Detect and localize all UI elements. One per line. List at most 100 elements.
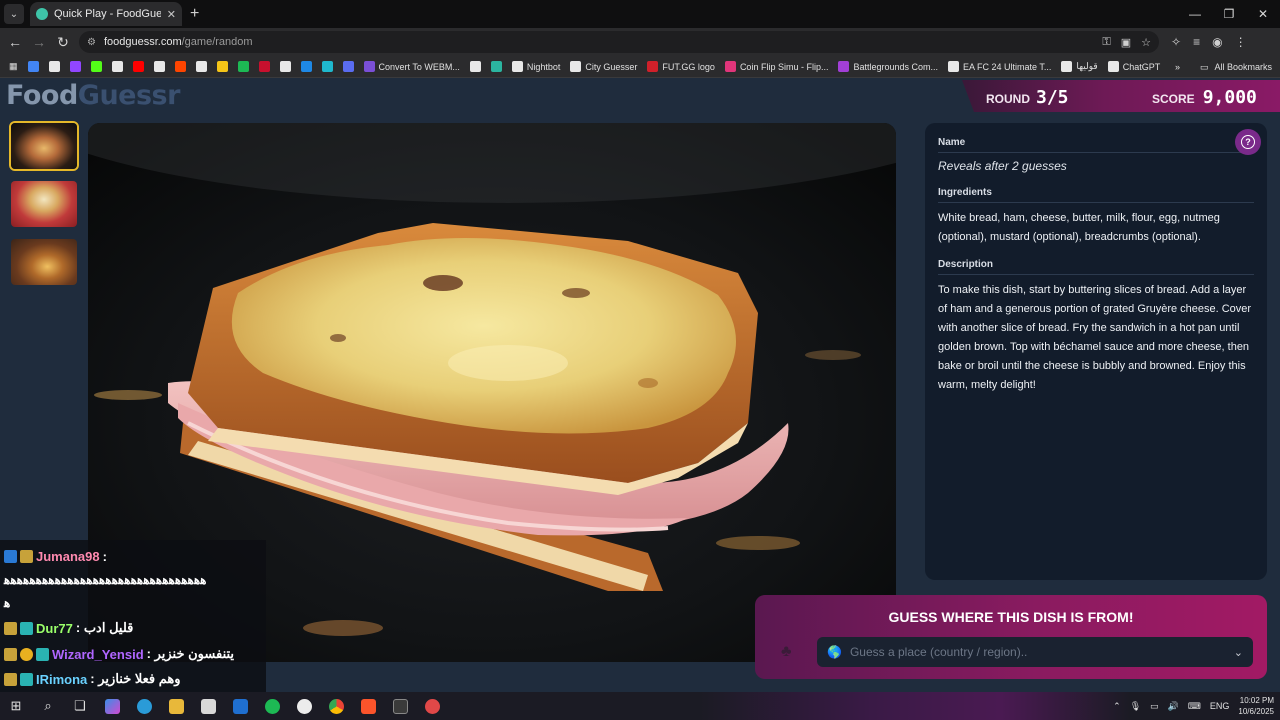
image-thumbnails [9, 121, 79, 295]
bookmark-star-icon[interactable]: ☆ [1141, 36, 1151, 49]
bookmark-item[interactable] [319, 61, 336, 72]
bookmark-item[interactable] [488, 61, 505, 72]
microphone-icon[interactable]: 🎙 [1130, 701, 1141, 712]
bookmark-item[interactable]: Nightbot [509, 61, 564, 72]
volume-icon[interactable]: 🔊 [1168, 701, 1179, 712]
app-icon[interactable] [416, 692, 448, 720]
extensions-icon[interactable]: ✧ [1171, 35, 1181, 49]
chat-user: Wizard_Yensid [52, 646, 144, 662]
outlook-icon[interactable] [224, 692, 256, 720]
task-view-icon[interactable]: ❏ [64, 692, 96, 720]
chat-text: : وهم فعلا خنازير [90, 671, 181, 686]
edge-icon[interactable] [128, 692, 160, 720]
help-button[interactable]: ? [1235, 129, 1261, 155]
keyboard-icon[interactable]: ⌨ [1188, 701, 1201, 712]
bookmark-item[interactable]: City Guesser [567, 61, 640, 72]
bookmarks-list: Convert To WEBM... Nightbot City Guesser FU… [25, 61, 1164, 72]
tab-search-menu-icon[interactable]: ⌄ [4, 4, 24, 24]
bookmark-favicon-icon [69, 61, 81, 72]
bookmark-item[interactable] [467, 61, 484, 72]
clock-time: 10:02 PM [1239, 696, 1274, 705]
bookmark-item[interactable] [46, 61, 63, 72]
ingredients-heading: Ingredients [938, 187, 1254, 203]
chevron-more-icon[interactable]: » [1175, 62, 1180, 72]
minimize-icon[interactable]: — [1178, 0, 1212, 28]
close-tab-icon[interactable]: ✕ [167, 8, 176, 21]
terminal-icon[interactable] [384, 692, 416, 720]
brave-icon[interactable] [352, 692, 384, 720]
bookmark-label: Battlegrounds Com... [853, 61, 939, 72]
thumbnail-2[interactable] [9, 179, 79, 229]
address-bar[interactable]: ⚙ foodguessr.com/game/random ⚿ ▣ ☆ [79, 31, 1159, 53]
bookmark-item[interactable]: FUT.GG logo [644, 61, 718, 72]
thumbnail-3[interactable] [9, 237, 79, 287]
media-controls-icon[interactable]: ≡ [1193, 35, 1200, 49]
bookmark-item[interactable] [214, 61, 231, 72]
site-info-icon[interactable]: ⚙ [87, 37, 96, 48]
score-indicator: SCORE 9,000 [1152, 87, 1257, 108]
bookmark-favicon-icon [279, 61, 291, 72]
bookmark-item[interactable] [235, 61, 252, 72]
bookmark-item[interactable] [277, 61, 294, 72]
bookmark-favicon-icon [321, 61, 333, 72]
bookmark-label: Nightbot [526, 61, 561, 72]
chat-user: IRimona [36, 671, 88, 687]
bookmark-item[interactable]: EA FC 24 Ultimate T... [945, 61, 1054, 72]
clock[interactable]: 10:02 PM 10/6/2025 [1238, 695, 1274, 717]
store-icon[interactable] [192, 692, 224, 720]
window-controls: — ❐ ✕ [1178, 0, 1280, 28]
bookmark-item[interactable] [298, 61, 315, 72]
bookmark-item[interactable]: ChatGPT [1105, 61, 1164, 72]
file-explorer-icon[interactable] [160, 692, 192, 720]
bookmark-favicon-icon [1061, 61, 1073, 72]
bookmark-item[interactable] [256, 61, 273, 72]
chevron-down-icon[interactable]: ⌄ [1234, 646, 1243, 659]
browser-tab-active[interactable]: Quick Play - FoodGuessr | Food ✕ [30, 2, 182, 26]
restore-icon[interactable]: ❐ [1212, 0, 1246, 28]
spotify-icon[interactable] [256, 692, 288, 720]
chat-user: Jumana98 [36, 549, 100, 564]
bookmark-favicon-icon [1107, 61, 1119, 72]
chat-message-continued: ﮬ [4, 596, 10, 610]
thumbnail-1[interactable] [9, 121, 79, 171]
bookmark-favicon-icon [647, 61, 659, 72]
foodguessr-logo[interactable]: FoodGuessr [6, 80, 180, 111]
new-tab-icon[interactable]: + [190, 5, 199, 23]
bookmark-item[interactable] [109, 61, 126, 72]
bookmark-item[interactable]: Battlegrounds Com... [835, 61, 941, 72]
bookmark-item[interactable] [193, 61, 210, 72]
bookmark-item[interactable]: Coin Flip Simu - Flip... [722, 61, 832, 72]
copilot-icon[interactable] [96, 692, 128, 720]
bookmark-item[interactable] [130, 61, 147, 72]
bookmark-item[interactable]: Convert To WEBM... [361, 61, 463, 72]
chrome-icon[interactable] [320, 692, 352, 720]
guess-place-input[interactable]: 🌎 Guess a place (country / region).. ⌄ [817, 637, 1253, 667]
language-indicator[interactable]: ENG [1210, 701, 1230, 711]
obs-icon[interactable] [288, 692, 320, 720]
bookmark-item[interactable] [172, 61, 189, 72]
back-icon[interactable]: ← [3, 34, 27, 50]
all-bookmarks-button[interactable]: » ▭ All Bookmarks [1168, 56, 1272, 77]
close-window-icon[interactable]: ✕ [1246, 0, 1280, 28]
apps-grid-icon[interactable]: ▦ [6, 61, 21, 72]
bookmark-item[interactable] [151, 61, 168, 72]
install-app-icon[interactable]: ▣ [1121, 36, 1131, 49]
password-key-icon[interactable]: ⚿ [1102, 36, 1110, 49]
display-icon[interactable]: ▭ [1150, 701, 1159, 712]
menu-kebab-icon[interactable]: ⋮ [1235, 35, 1247, 49]
chat-text: : [102, 549, 107, 564]
start-icon[interactable]: ⊞ [0, 692, 32, 720]
bookmark-favicon-icon [511, 61, 523, 72]
bookmark-item[interactable] [340, 61, 357, 72]
forward-icon[interactable]: → [27, 34, 51, 50]
badge-icon [20, 672, 33, 686]
reload-icon[interactable]: ↻ [51, 34, 75, 51]
bookmark-item[interactable] [88, 61, 105, 72]
chevron-up-icon[interactable]: ⌃ [1113, 701, 1121, 712]
bookmark-item[interactable] [67, 61, 84, 72]
profile-icon[interactable]: ◉ [1212, 35, 1222, 49]
bookmark-item[interactable]: قوليها [1058, 61, 1100, 72]
bookmark-favicon-icon [237, 61, 249, 72]
bookmark-item[interactable] [25, 61, 42, 72]
search-icon[interactable]: ⌕ [32, 692, 64, 720]
